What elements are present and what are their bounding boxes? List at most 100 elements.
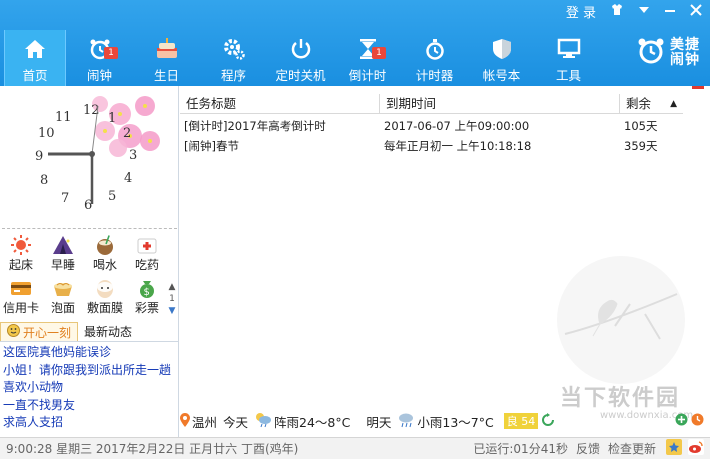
quick-label: 起床 — [8, 258, 33, 272]
clock-number: 2 — [123, 126, 131, 141]
add-icon[interactable] — [675, 413, 688, 429]
table-row[interactable]: [倒计时]2017年高考倒计时 2017-06-07 上午09:00:00 10… — [180, 116, 683, 136]
nav-home-label: 首页 — [22, 68, 48, 83]
tab-latest-label: 最新动态 — [84, 325, 133, 339]
clock-number: 10 — [38, 126, 55, 141]
window-controls: 登 录 — [566, 2, 702, 21]
weibo-icon[interactable] — [688, 439, 704, 458]
weather-tomorrow-label: 明天 — [366, 414, 392, 430]
quick-medicine[interactable]: 吃药 — [126, 234, 168, 273]
refresh-icon[interactable] — [542, 412, 555, 430]
medicine-icon — [135, 234, 159, 256]
table-header: 任务标题 到期时间 剩余 ▲ — [180, 94, 683, 114]
quick-noodle[interactable]: 泡面 — [42, 277, 84, 316]
feedback-link[interactable]: 反馈 — [576, 440, 600, 457]
pager-number: 1 — [169, 294, 175, 304]
main-nav: 首页 1 闹钟 生日 程序 定时关机 1 倒计时 计时器 帐号本 工具 — [0, 30, 602, 86]
sort-asc-icon: ▲ — [670, 99, 677, 109]
quick-label: 信用卡 — [2, 301, 39, 315]
skin-icon[interactable] — [610, 3, 624, 20]
tab-joke[interactable]: 开心一刻 — [0, 322, 79, 341]
left-panel: 12 1 2 3 4 5 6 7 8 9 10 11 起床 早睡 喝水 吃药 信… — [0, 86, 179, 438]
minimize-icon[interactable] — [664, 4, 676, 20]
nav-shutdown[interactable]: 定时关机 — [267, 30, 334, 86]
svg-text:$: $ — [144, 287, 150, 298]
weather-today: 阵雨24～8°C — [274, 414, 351, 430]
pager-up-icon[interactable]: ▲ — [167, 281, 177, 293]
brand-line1: 美捷 — [670, 36, 700, 53]
brand-logo: 美捷 闹钟 — [636, 36, 700, 69]
credit-card-icon — [9, 277, 33, 299]
news-item[interactable]: 小姐！请你跟我到派出所走一趟 — [3, 362, 177, 380]
news-item[interactable]: 这医院真他妈能误诊 — [3, 344, 177, 362]
row-title: [闹钟]春节 — [184, 139, 239, 153]
alarm-badge: 1 — [104, 47, 118, 59]
news-item[interactable]: 求高人支招 — [3, 414, 177, 432]
location-pin-icon — [180, 412, 190, 430]
weather-bar: 温州 今天 阵雨24～8°C 明天 小雨13～7°C 良 54 — [180, 409, 710, 433]
noodle-icon — [51, 277, 75, 299]
nav-timer-label: 计时器 — [415, 68, 454, 83]
quick-pager[interactable]: ▲ 1 ▼ — [167, 281, 177, 319]
quick-label: 泡面 — [50, 301, 75, 315]
quick-face-mask[interactable]: 敷面膜 — [84, 277, 126, 316]
clock-small-icon[interactable] — [691, 413, 704, 429]
quick-credit-card[interactable]: 信用卡 — [0, 277, 42, 316]
shield-icon — [488, 35, 516, 63]
home-icon — [21, 35, 49, 63]
power-icon — [287, 35, 315, 63]
nav-program[interactable]: 程序 — [200, 30, 267, 86]
nav-accounts-label: 帐号本 — [482, 68, 521, 83]
status-datetime: 9:00:28 星期三 2017年2月22日 正月廿六 丁酉(鸡年) — [6, 442, 299, 456]
nav-accounts[interactable]: 帐号本 — [468, 30, 535, 86]
nav-timer[interactable]: 计时器 — [401, 30, 468, 86]
watermark-text: 当下软件园 — [560, 386, 681, 411]
table-row[interactable]: [闹钟]春节 每年正月初一 上午10:18:18 359天 — [180, 136, 683, 156]
clock-number: 5 — [108, 189, 116, 204]
countdown-badge: 1 — [372, 47, 386, 59]
row-remain: 105天 — [624, 119, 658, 133]
col-remain[interactable]: 剩余 ▲ — [620, 94, 683, 113]
nav-tools-label: 工具 — [555, 68, 581, 83]
monitor-icon — [555, 35, 583, 63]
news-item[interactable]: 喜欢小动物 — [3, 379, 177, 397]
quick-label: 早睡 — [50, 258, 75, 272]
menu-icon[interactable] — [638, 4, 650, 19]
nav-tools[interactable]: 工具 — [535, 30, 602, 86]
task-list: 任务标题 到期时间 剩余 ▲ [倒计时]2017年高考倒计时 2017-06-0… — [180, 86, 710, 409]
col-title[interactable]: 任务标题 — [180, 94, 380, 113]
quick-label: 敷面膜 — [86, 301, 123, 315]
analog-clock: 12 1 2 3 4 5 6 7 8 9 10 11 — [0, 86, 179, 226]
check-update-link[interactable]: 检查更新 — [608, 440, 656, 457]
quick-lottery[interactable]: $ 彩票 — [126, 277, 168, 316]
quick-sleep[interactable]: 早睡 — [42, 234, 84, 273]
col-due[interactable]: 到期时间 — [380, 94, 620, 113]
nav-countdown-label: 倒计时 — [348, 68, 387, 83]
login-button[interactable]: 登 录 — [566, 2, 596, 21]
weather-city[interactable]: 温州 — [192, 412, 217, 431]
quick-label: 吃药 — [134, 258, 159, 272]
quick-actions: 起床 早睡 喝水 吃药 信用卡 泡面 敷面膜 $ 彩票 — [0, 234, 170, 316]
clock-number: 9 — [35, 149, 43, 164]
col-remain-label: 剩余 — [626, 96, 652, 111]
nav-alarm[interactable]: 1 闹钟 — [66, 30, 133, 86]
brand-name: 美捷 闹钟 — [670, 36, 700, 68]
news-item[interactable]: 一直不找男友 — [3, 397, 177, 415]
brand-line2: 闹钟 — [670, 51, 700, 68]
nav-birthday-label: 生日 — [153, 68, 179, 83]
title-bar: 登 录 首页 1 闹钟 生日 程序 定时关机 1 倒计时 计时器 帐号本 工具 … — [0, 0, 710, 86]
gear-icon — [220, 35, 248, 63]
clock-number: 1 — [108, 111, 116, 126]
quick-water[interactable]: 喝水 — [84, 234, 126, 273]
nav-birthday[interactable]: 生日 — [133, 30, 200, 86]
close-icon[interactable] — [690, 3, 702, 20]
nav-countdown[interactable]: 1 倒计时 — [334, 30, 401, 86]
qzone-icon[interactable] — [666, 439, 682, 458]
quick-wakeup[interactable]: 起床 — [0, 234, 42, 273]
nav-home[interactable]: 首页 — [4, 30, 66, 86]
face-mask-icon — [93, 277, 117, 299]
news-tabs: 开心一刻 最新动态 — [0, 322, 179, 342]
tab-latest[interactable]: 最新动态 — [78, 322, 138, 341]
quick-label: 彩票 — [134, 301, 159, 315]
pager-down-icon[interactable]: ▼ — [167, 305, 177, 317]
